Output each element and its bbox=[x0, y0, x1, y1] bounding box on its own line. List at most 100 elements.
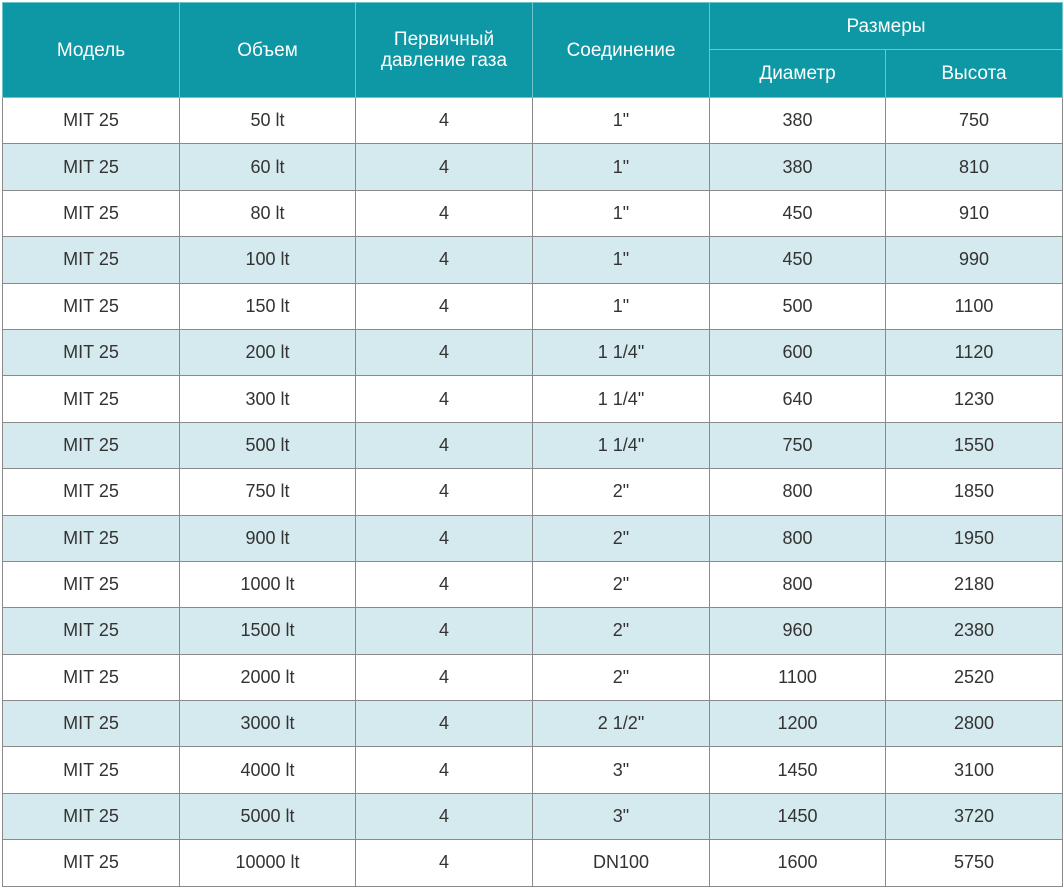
table-row: MIT 25 5000 lt 4 3" 1450 3720 bbox=[2, 792, 1063, 841]
spec-table: Модель Объем Первичный давление газа Сое… bbox=[2, 2, 1063, 887]
cell-model: MIT 25 bbox=[2, 607, 180, 655]
cell-volume: 300 lt bbox=[179, 375, 356, 423]
cell-model: MIT 25 bbox=[2, 375, 180, 423]
table-row: MIT 25 1500 lt 4 2" 960 2380 bbox=[2, 607, 1063, 655]
cell-model: MIT 25 bbox=[2, 328, 180, 377]
header-diameter: Диаметр bbox=[709, 49, 886, 98]
table-row: MIT 25 60 lt 4 1" 380 810 bbox=[2, 143, 1063, 191]
cell-volume: 80 lt bbox=[179, 189, 356, 238]
cell-pressure: 4 bbox=[355, 421, 533, 470]
cell-pressure: 4 bbox=[355, 282, 533, 330]
cell-diameter: 800 bbox=[709, 468, 886, 516]
cell-volume: 200 lt bbox=[179, 328, 356, 377]
cell-height: 1550 bbox=[885, 421, 1063, 470]
cell-diameter: 1600 bbox=[709, 839, 886, 887]
cell-height: 1100 bbox=[885, 282, 1063, 330]
cell-volume: 60 lt bbox=[179, 143, 356, 191]
cell-connection: 3" bbox=[532, 746, 710, 794]
cell-model: MIT 25 bbox=[2, 143, 180, 191]
cell-connection: 2 1/2" bbox=[532, 700, 710, 748]
table-row: MIT 25 900 lt 4 2" 800 1950 bbox=[2, 514, 1063, 562]
cell-diameter: 380 bbox=[709, 96, 886, 145]
cell-height: 810 bbox=[885, 143, 1063, 191]
cell-pressure: 4 bbox=[355, 236, 533, 284]
cell-pressure: 4 bbox=[355, 328, 533, 377]
cell-diameter: 960 bbox=[709, 607, 886, 655]
cell-connection: 1 1/4" bbox=[532, 375, 710, 423]
cell-model: MIT 25 bbox=[2, 468, 180, 516]
cell-height: 2380 bbox=[885, 607, 1063, 655]
cell-model: MIT 25 bbox=[2, 421, 180, 470]
cell-model: MIT 25 bbox=[2, 839, 180, 887]
cell-model: MIT 25 bbox=[2, 700, 180, 748]
header-model: Модель bbox=[2, 2, 180, 98]
cell-model: MIT 25 bbox=[2, 514, 180, 562]
cell-model: MIT 25 bbox=[2, 746, 180, 794]
cell-connection: 1" bbox=[532, 189, 710, 238]
cell-pressure: 4 bbox=[355, 607, 533, 655]
cell-height: 1230 bbox=[885, 375, 1063, 423]
cell-volume: 100 lt bbox=[179, 236, 356, 284]
cell-connection: 1" bbox=[532, 236, 710, 284]
cell-diameter: 1450 bbox=[709, 746, 886, 794]
cell-pressure: 4 bbox=[355, 514, 533, 562]
cell-volume: 1000 lt bbox=[179, 560, 356, 609]
table-row: MIT 25 500 lt 4 1 1/4" 750 1550 bbox=[2, 421, 1063, 470]
table-row: MIT 25 200 lt 4 1 1/4" 600 1120 bbox=[2, 328, 1063, 377]
cell-connection: 1" bbox=[532, 143, 710, 191]
cell-connection: 2" bbox=[532, 514, 710, 562]
cell-height: 2800 bbox=[885, 700, 1063, 748]
cell-model: MIT 25 bbox=[2, 792, 180, 841]
header-volume: Объем bbox=[179, 2, 356, 98]
cell-diameter: 1200 bbox=[709, 700, 886, 748]
cell-model: MIT 25 bbox=[2, 189, 180, 238]
cell-diameter: 600 bbox=[709, 328, 886, 377]
cell-diameter: 450 bbox=[709, 236, 886, 284]
cell-height: 2180 bbox=[885, 560, 1063, 609]
cell-height: 3720 bbox=[885, 792, 1063, 841]
cell-connection: 1 1/4" bbox=[532, 328, 710, 377]
cell-height: 1120 bbox=[885, 328, 1063, 377]
cell-diameter: 450 bbox=[709, 189, 886, 238]
cell-height: 5750 bbox=[885, 839, 1063, 887]
cell-connection: 2" bbox=[532, 607, 710, 655]
cell-connection: 1" bbox=[532, 96, 710, 145]
header-height: Высота bbox=[885, 49, 1063, 98]
cell-connection: 2" bbox=[532, 468, 710, 516]
cell-connection: 2" bbox=[532, 560, 710, 609]
cell-model: MIT 25 bbox=[2, 236, 180, 284]
cell-height: 910 bbox=[885, 189, 1063, 238]
cell-height: 1950 bbox=[885, 514, 1063, 562]
header-pressure: Первичный давление газа bbox=[355, 2, 533, 98]
cell-model: MIT 25 bbox=[2, 560, 180, 609]
cell-connection: 1" bbox=[532, 282, 710, 330]
cell-volume: 900 lt bbox=[179, 514, 356, 562]
cell-diameter: 1450 bbox=[709, 792, 886, 841]
cell-diameter: 380 bbox=[709, 143, 886, 191]
cell-height: 1850 bbox=[885, 468, 1063, 516]
table-row: MIT 25 50 lt 4 1" 380 750 bbox=[2, 96, 1063, 145]
cell-volume: 750 lt bbox=[179, 468, 356, 516]
cell-connection: DN100 bbox=[532, 839, 710, 887]
cell-volume: 4000 lt bbox=[179, 746, 356, 794]
cell-diameter: 640 bbox=[709, 375, 886, 423]
table-row: MIT 25 300 lt 4 1 1/4" 640 1230 bbox=[2, 375, 1063, 423]
cell-pressure: 4 bbox=[355, 792, 533, 841]
cell-connection: 2" bbox=[532, 653, 710, 702]
header-dimensions: Размеры bbox=[709, 2, 1063, 50]
table-row: MIT 25 1000 lt 4 2" 800 2180 bbox=[2, 560, 1063, 609]
cell-diameter: 800 bbox=[709, 514, 886, 562]
cell-height: 3100 bbox=[885, 746, 1063, 794]
table-row: MIT 25 3000 lt 4 2 1/2" 1200 2800 bbox=[2, 700, 1063, 748]
cell-pressure: 4 bbox=[355, 746, 533, 794]
cell-volume: 500 lt bbox=[179, 421, 356, 470]
table-row: MIT 25 750 lt 4 2" 800 1850 bbox=[2, 468, 1063, 516]
cell-model: MIT 25 bbox=[2, 653, 180, 702]
cell-volume: 50 lt bbox=[179, 96, 356, 145]
cell-pressure: 4 bbox=[355, 700, 533, 748]
table-header: Модель Объем Первичный давление газа Сое… bbox=[2, 2, 1063, 98]
header-pressure-line2: давление газа bbox=[380, 50, 508, 71]
cell-diameter: 750 bbox=[709, 421, 886, 470]
cell-diameter: 1100 bbox=[709, 653, 886, 702]
cell-pressure: 4 bbox=[355, 189, 533, 238]
